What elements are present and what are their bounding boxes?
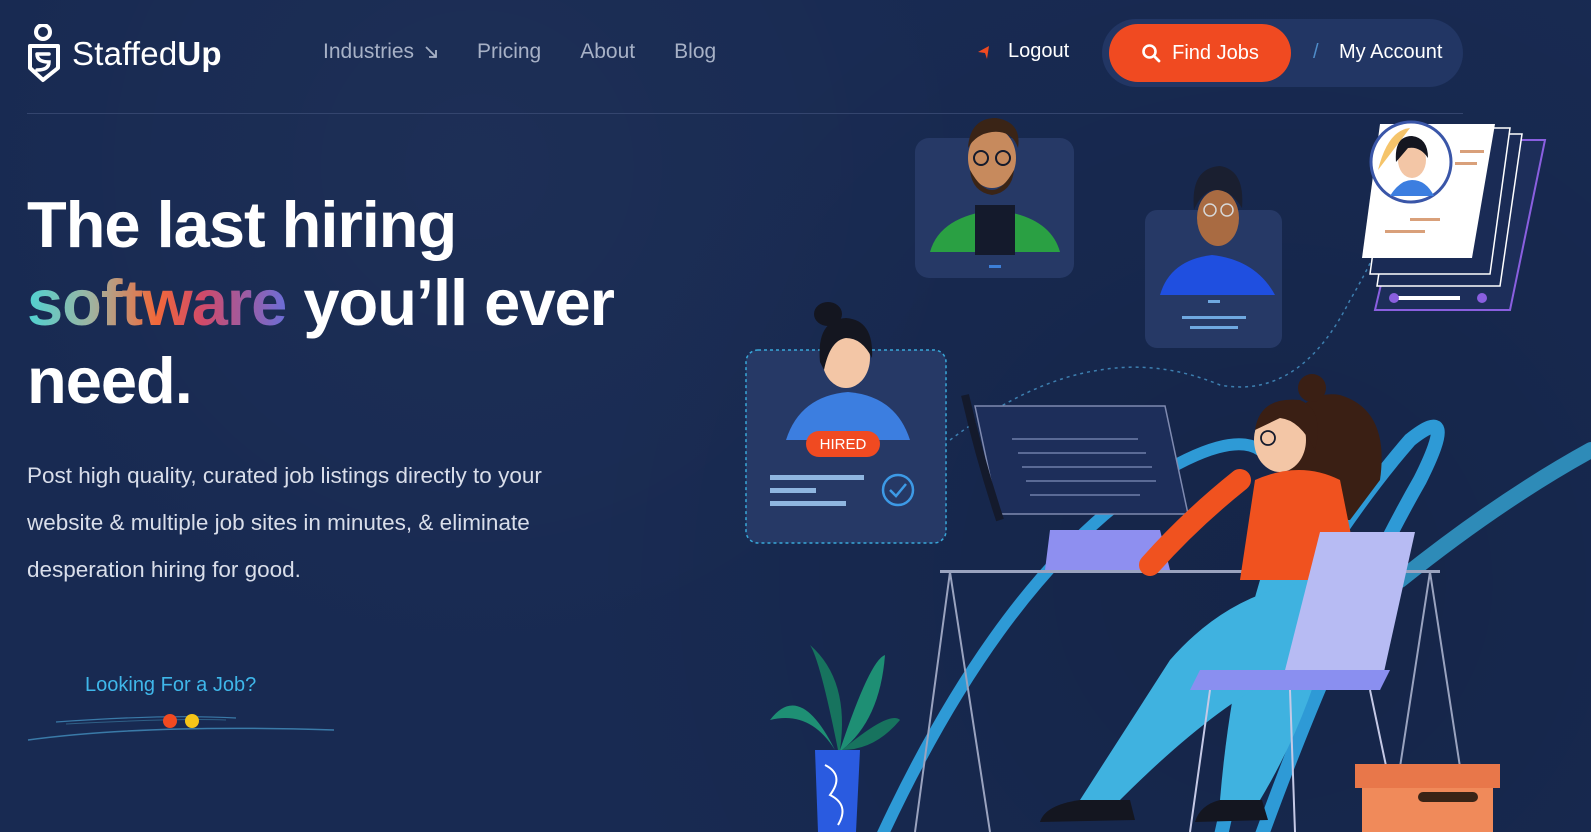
find-jobs-label: Find Jobs: [1172, 41, 1259, 64]
nav-item-pricing-label: Pricing: [477, 40, 542, 63]
logo-person-icon: [28, 24, 60, 82]
headline-line-1: The last hiring: [27, 188, 457, 261]
logo-word-up: Up: [177, 35, 222, 72]
headline-line-3: need.: [27, 344, 193, 417]
nav-item-about-label: About: [580, 40, 636, 63]
nav-item-blog-label: Blog: [674, 40, 717, 63]
search-icon: [1142, 44, 1161, 63]
candidate-card-man-blue: [1145, 166, 1282, 348]
hero-subtext: Post high quality, curated job listings …: [27, 463, 542, 582]
candidate-card-hired: HIRED: [745, 302, 947, 544]
arrow-down-right-icon: [425, 46, 437, 58]
candidate-card-man-green: [915, 118, 1074, 278]
hero-headline: The last hiring software you’ll ever nee…: [27, 186, 615, 420]
nav-item-blog[interactable]: Blog: [674, 40, 716, 64]
computer-monitor: [961, 394, 1189, 522]
headline-line-2: you’ll ever: [286, 266, 615, 339]
potted-plant: [770, 645, 900, 832]
main-nav: Industries Pricing About Blog: [323, 40, 716, 64]
find-jobs-button[interactable]: Find Jobs: [1109, 24, 1291, 82]
nav-item-industries[interactable]: Industries: [323, 40, 438, 64]
looking-for-job-link[interactable]: Looking For a Job?: [85, 674, 256, 697]
header-cta-group: Find Jobs / My Account: [1102, 19, 1463, 87]
resume-stack: [1362, 120, 1547, 311]
cursor-pointer-icon: [978, 45, 989, 59]
nav-item-pricing[interactable]: Pricing: [477, 40, 541, 64]
logout-link[interactable]: Logout: [975, 40, 1069, 63]
cardboard-box: [1355, 764, 1500, 832]
nav-item-industries-label: Industries: [323, 40, 415, 63]
my-account-link[interactable]: My Account: [1339, 41, 1442, 64]
logo-word-staffed: Staffed: [72, 35, 178, 72]
underline-scribble-decoration: [27, 714, 335, 741]
hiring-illustration: HIRED: [745, 118, 1591, 832]
staffedup-logo[interactable]: StaffedUp: [26, 24, 222, 84]
headline-highlight-word: software: [27, 266, 287, 339]
cta-separator: /: [1313, 41, 1319, 63]
logout-label: Logout: [1008, 40, 1070, 62]
hired-badge-label: HIRED: [820, 436, 867, 453]
logo-wordmark: StaffedUp: [72, 35, 222, 73]
nav-item-about[interactable]: About: [580, 40, 635, 64]
